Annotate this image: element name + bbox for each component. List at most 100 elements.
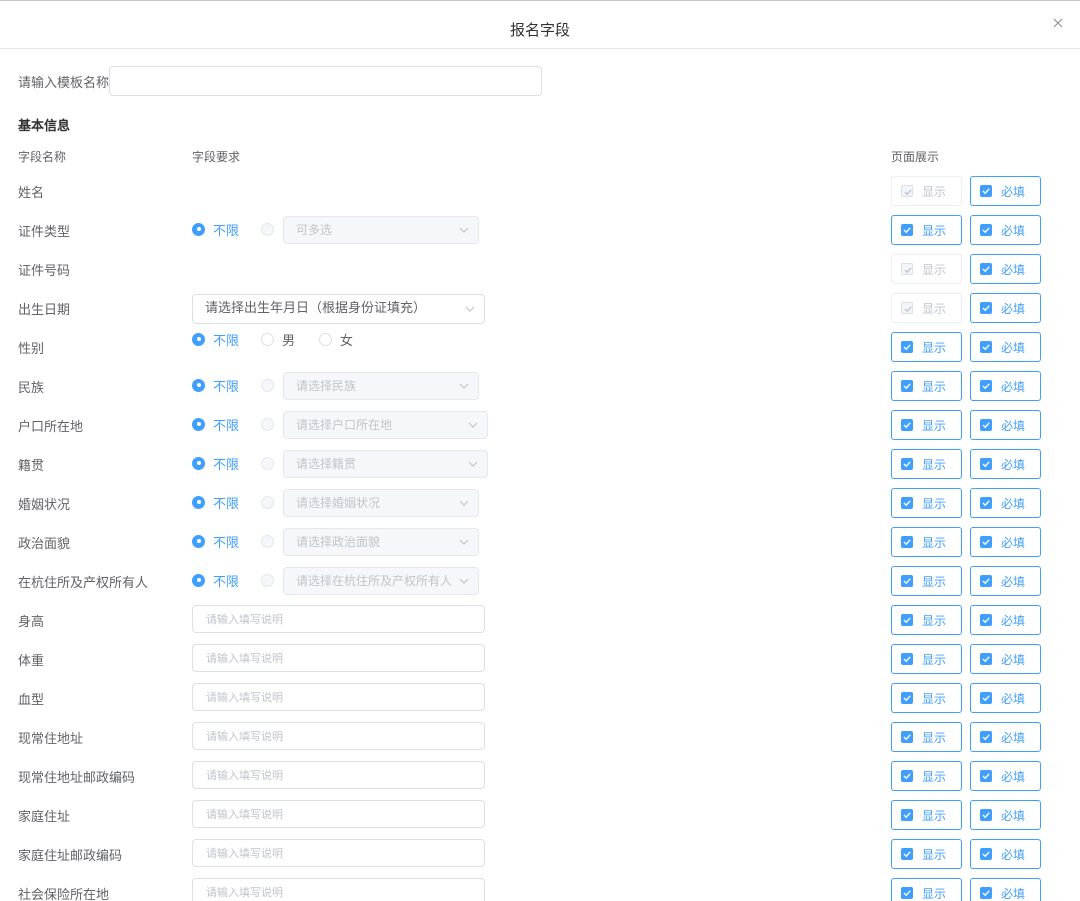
radio-male[interactable]: 男 — [261, 331, 295, 349]
show-checkbox[interactable]: 显示 — [891, 449, 962, 479]
show-checkbox[interactable]: 显示 — [891, 566, 962, 596]
show-checkbox[interactable]: 显示 — [891, 527, 962, 557]
required-label: 必填 — [1001, 886, 1026, 901]
show-checkbox[interactable]: 显示 — [891, 176, 962, 206]
show-checkbox[interactable]: 显示 — [891, 761, 962, 791]
radio-unlimited[interactable]: 不限 — [192, 533, 239, 551]
birth-date-select[interactable]: 请选择出生年月日（根据身份证填充） — [192, 294, 485, 324]
required-checkbox[interactable]: 必填 — [970, 839, 1041, 869]
political-status-select[interactable]: 请选择政治面貌 — [283, 528, 479, 556]
required-checkbox[interactable]: 必填 — [970, 683, 1041, 713]
show-checkbox[interactable]: 显示 — [891, 839, 962, 869]
required-checkbox[interactable]: 必填 — [970, 527, 1041, 557]
check-icon — [980, 770, 992, 782]
section-title: 基本信息 — [18, 119, 71, 134]
radio-custom[interactable] — [261, 572, 274, 588]
show-label: 显示 — [922, 418, 947, 433]
description-input[interactable] — [192, 722, 485, 750]
required-label: 必填 — [1001, 301, 1026, 316]
radio-custom[interactable] — [261, 377, 274, 393]
required-checkbox[interactable]: 必填 — [970, 644, 1041, 674]
radio-unlimited[interactable]: 不限 — [192, 331, 239, 349]
radio-custom[interactable] — [261, 455, 274, 471]
radio-unlimited[interactable]: 不限 — [192, 416, 239, 434]
required-label: 必填 — [1001, 808, 1026, 823]
show-checkbox[interactable]: 显示 — [891, 644, 962, 674]
required-checkbox[interactable]: 必填 — [970, 722, 1041, 752]
show-checkbox[interactable]: 显示 — [891, 683, 962, 713]
required-checkbox[interactable]: 必填 — [970, 488, 1041, 518]
required-checkbox[interactable]: 必填 — [970, 293, 1041, 323]
required-label: 必填 — [1001, 730, 1026, 745]
description-input[interactable] — [192, 644, 485, 672]
required-checkbox[interactable]: 必填 — [970, 371, 1041, 401]
required-checkbox[interactable]: 必填 — [970, 605, 1041, 635]
required-checkbox[interactable]: 必填 — [970, 449, 1041, 479]
native-place-select[interactable]: 请选择籍贯 — [283, 450, 488, 478]
required-checkbox[interactable]: 必填 — [970, 761, 1041, 791]
required-checkbox[interactable]: 必填 — [970, 800, 1041, 830]
required-checkbox[interactable]: 必填 — [970, 332, 1041, 362]
show-label: 显示 — [922, 379, 947, 394]
show-checkbox[interactable]: 显示 — [891, 410, 962, 440]
required-checkbox[interactable]: 必填 — [970, 254, 1041, 284]
radio-unlimited[interactable]: 不限 — [192, 494, 239, 512]
radio-custom[interactable] — [261, 221, 274, 237]
show-checkbox[interactable]: 显示 — [891, 800, 962, 830]
field-row: 户口所在地 不限 请选择户口所在地 显示 必填 — [0, 409, 1080, 448]
required-label: 必填 — [1001, 457, 1026, 472]
required-label: 必填 — [1001, 223, 1026, 238]
radio-custom[interactable] — [261, 416, 274, 432]
description-input[interactable] — [192, 839, 485, 867]
marital-status-select[interactable]: 请选择婚姻状况 — [283, 489, 479, 517]
check-icon — [901, 224, 913, 236]
required-checkbox[interactable]: 必填 — [970, 878, 1041, 901]
radio-unlimited[interactable]: 不限 — [192, 572, 239, 590]
show-checkbox[interactable]: 显示 — [891, 488, 962, 518]
required-checkbox[interactable]: 必填 — [970, 566, 1041, 596]
id-type-select[interactable]: 可多选 — [283, 216, 479, 244]
close-icon[interactable] — [1050, 15, 1066, 31]
residence-select[interactable]: 请选择在杭住所及产权所有人 — [283, 567, 479, 595]
field-label: 家庭住址邮政编码 — [18, 849, 123, 864]
description-input[interactable] — [192, 800, 485, 828]
check-icon — [980, 848, 992, 860]
radio-unlimited[interactable]: 不限 — [192, 221, 239, 239]
required-checkbox[interactable]: 必填 — [970, 176, 1041, 206]
required-checkbox[interactable]: 必填 — [970, 410, 1041, 440]
template-name-input[interactable] — [109, 66, 542, 96]
required-checkbox[interactable]: 必填 — [970, 215, 1041, 245]
show-checkbox[interactable]: 显示 — [891, 254, 962, 284]
field-row: 姓名 显示 必填 — [0, 175, 1080, 214]
show-checkbox[interactable]: 显示 — [891, 371, 962, 401]
check-icon — [901, 692, 913, 704]
show-checkbox[interactable]: 显示 — [891, 605, 962, 635]
radio-custom[interactable] — [261, 494, 274, 510]
radio-unlimited[interactable]: 不限 — [192, 455, 239, 473]
check-icon — [980, 458, 992, 470]
show-label: 显示 — [922, 652, 947, 667]
radio-unlimited[interactable]: 不限 — [192, 377, 239, 395]
description-input[interactable] — [192, 683, 485, 711]
radio-female[interactable]: 女 — [319, 331, 353, 349]
ethnicity-select[interactable]: 请选择民族 — [283, 372, 479, 400]
radio-custom[interactable] — [261, 533, 274, 549]
description-input[interactable] — [192, 761, 485, 789]
show-checkbox[interactable]: 显示 — [891, 215, 962, 245]
show-label: 显示 — [922, 340, 947, 355]
column-header-display: 页面展示 — [891, 150, 940, 164]
show-checkbox[interactable]: 显示 — [891, 722, 962, 752]
check-icon — [980, 302, 992, 314]
hukou-select[interactable]: 请选择户口所在地 — [283, 411, 488, 439]
required-label: 必填 — [1001, 613, 1026, 628]
description-input[interactable] — [192, 878, 485, 901]
show-checkbox[interactable]: 显示 — [891, 293, 962, 323]
field-label: 现常住地址 — [18, 732, 84, 747]
chevron-down-icon — [459, 227, 469, 233]
description-input[interactable] — [192, 605, 485, 633]
show-checkbox[interactable]: 显示 — [891, 332, 962, 362]
field-label: 在杭住所及产权所有人 — [18, 576, 149, 591]
show-label: 显示 — [922, 184, 947, 199]
show-checkbox[interactable]: 显示 — [891, 878, 962, 901]
check-icon — [980, 224, 992, 236]
